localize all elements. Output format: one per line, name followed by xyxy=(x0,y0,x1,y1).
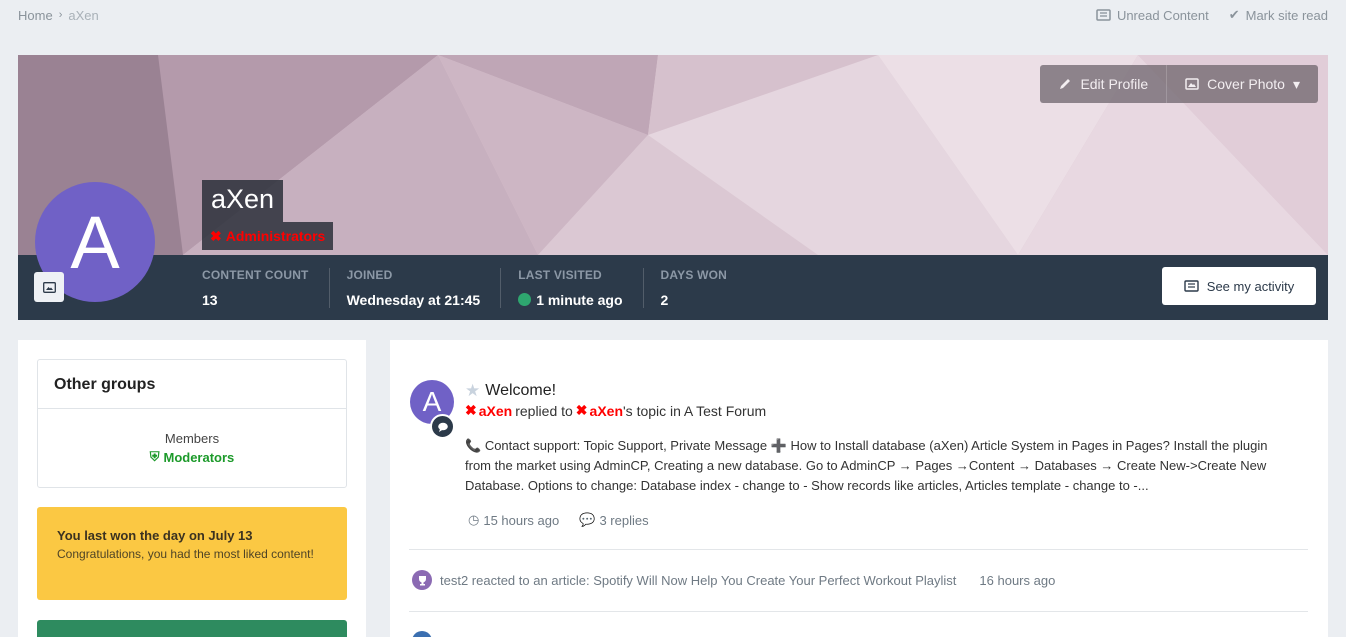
chevron-right-icon: › xyxy=(58,9,63,21)
stat-content-count: CONTENT COUNT 13 xyxy=(185,267,330,308)
reputation-card xyxy=(37,620,347,637)
profile-group-label: Administrators xyxy=(225,228,326,244)
activity-icon xyxy=(412,631,432,637)
stat-value: 2 xyxy=(660,291,669,308)
clock-icon: ◷ xyxy=(468,512,480,527)
unread-content-label: Unread Content xyxy=(1116,7,1209,23)
change-photo-button[interactable] xyxy=(34,272,64,302)
moderators-label: Moderators xyxy=(163,449,235,465)
stat-value: 1 minute ago xyxy=(518,291,623,308)
image-icon xyxy=(1185,78,1199,90)
newspaper-icon xyxy=(1096,9,1111,21)
mark-site-read-label: Mark site read xyxy=(1245,7,1328,23)
entry-title-link[interactable]: Welcome! xyxy=(485,382,556,400)
breadcrumb-home[interactable]: Home xyxy=(18,8,53,23)
avatar-letter: A xyxy=(422,386,442,417)
check-icon: ✔ xyxy=(1228,7,1240,22)
unread-content-link[interactable]: Unread Content xyxy=(1096,7,1209,23)
entry-time-text: 15 hours ago xyxy=(483,512,560,528)
profile-stats: CONTENT COUNT 13 JOINED Wednesday at 21:… xyxy=(185,255,747,320)
reaction-row: test2 reacted to an article: Spotify Wil… xyxy=(412,570,1055,590)
tools-icon: ✖ xyxy=(210,227,222,244)
day-won-card: You last won the day on July 13 Congratu… xyxy=(37,507,347,600)
topic-owner[interactable]: ✖ aXen xyxy=(576,402,623,419)
see-my-activity-button[interactable]: See my activity xyxy=(1162,267,1316,305)
tools-icon: ✖ xyxy=(465,402,477,418)
entry-title: ★ Welcome! xyxy=(465,381,556,401)
day-won-text: Congratulations, you had the most liked … xyxy=(57,547,314,561)
moderators-group[interactable]: ⛨ Moderators xyxy=(38,449,346,465)
online-indicator-icon xyxy=(518,293,532,306)
topic-suffix-text: 's topic in xyxy=(623,402,681,419)
replied-to-text: replied to xyxy=(515,402,573,419)
newspaper-icon xyxy=(1184,280,1199,292)
trophy-icon xyxy=(412,570,432,590)
comment-icon xyxy=(430,414,455,439)
feed-divider xyxy=(409,549,1308,550)
members-label: Members xyxy=(164,431,220,446)
cover-photo-button[interactable]: Cover Photo ▾ xyxy=(1166,65,1318,103)
caret-down-icon: ▾ xyxy=(1292,75,1300,92)
entry-replies: 💬 3 replies xyxy=(579,512,648,528)
feed-divider xyxy=(409,611,1308,612)
other-groups-card: Other groups Members ⛨ Moderators xyxy=(37,359,347,488)
mark-site-read-link[interactable]: ✔ Mark site read xyxy=(1229,7,1328,23)
breadcrumb: Home › aXen xyxy=(18,8,99,23)
day-won-title: You last won the day on July 13 xyxy=(57,528,253,543)
star-icon[interactable]: ★ xyxy=(465,381,480,401)
stat-label: JOINED xyxy=(346,267,393,282)
stat-label: CONTENT COUNT xyxy=(202,267,309,282)
stat-days-won: DAYS WON 2 xyxy=(644,268,748,308)
avatar-letter: A xyxy=(70,200,120,284)
entry-subtitle: ✖ aXen replied to ✖ aXen 's topic in A T… xyxy=(465,402,766,419)
topic-owner-name: aXen xyxy=(589,402,623,419)
stat-last-visited: LAST VISITED 1 minute ago xyxy=(501,267,644,308)
reaction-time: 16 hours ago xyxy=(979,572,1056,588)
entry-excerpt-text: Contact support: Topic Support, Private … xyxy=(465,438,1268,493)
edit-profile-button[interactable]: Edit Profile xyxy=(1040,65,1167,103)
other-groups-title: Other groups xyxy=(38,360,346,409)
pencil-icon xyxy=(1060,79,1071,89)
entry-excerpt: 📞 Contact support: Topic Support, Privat… xyxy=(465,436,1295,496)
activity-feed: A ★ Welcome! ✖ aXen replied to ✖ aXen 's… xyxy=(390,340,1328,637)
stat-value-text: 1 minute ago xyxy=(536,291,623,308)
comment-icon: 💬 xyxy=(579,512,596,527)
reaction-text[interactable]: test2 reacted to an article: Spotify Wil… xyxy=(440,573,956,588)
entry-replies-text: 3 replies xyxy=(599,512,649,528)
tools-icon: ✖ xyxy=(575,402,588,418)
entry-meta: ◷ 15 hours ago 💬 3 replies xyxy=(468,512,649,528)
image-icon xyxy=(42,281,56,293)
stat-label: DAYS WON xyxy=(660,267,728,282)
profile-group: ✖ Administrators xyxy=(202,222,334,250)
profile-sidebar: Other groups Members ⛨ Moderators You la… xyxy=(18,340,366,637)
edit-profile-label: Edit Profile xyxy=(1080,76,1149,92)
top-bar: Home › aXen Unread Content ✔ Mark site r… xyxy=(18,0,1328,30)
shield-icon: ⛨ xyxy=(149,449,160,464)
stat-value: 13 xyxy=(202,291,218,308)
entry-user-name: aXen xyxy=(478,402,513,419)
entry-user[interactable]: ✖ aXen xyxy=(465,402,512,419)
see-my-activity-label: See my activity xyxy=(1206,278,1295,294)
stat-label: LAST VISITED xyxy=(518,267,602,282)
stat-value: Wednesday at 21:45 xyxy=(346,291,481,308)
cover-photo-label: Cover Photo xyxy=(1207,76,1285,92)
stat-joined: JOINED Wednesday at 21:45 xyxy=(330,267,502,308)
breadcrumb-current: aXen xyxy=(68,7,99,23)
forum-link[interactable]: A Test Forum xyxy=(684,403,766,419)
entry-time[interactable]: ◷ 15 hours ago xyxy=(468,512,559,528)
phone-icon: 📞 xyxy=(465,438,482,453)
profile-name: aXen xyxy=(202,180,284,222)
